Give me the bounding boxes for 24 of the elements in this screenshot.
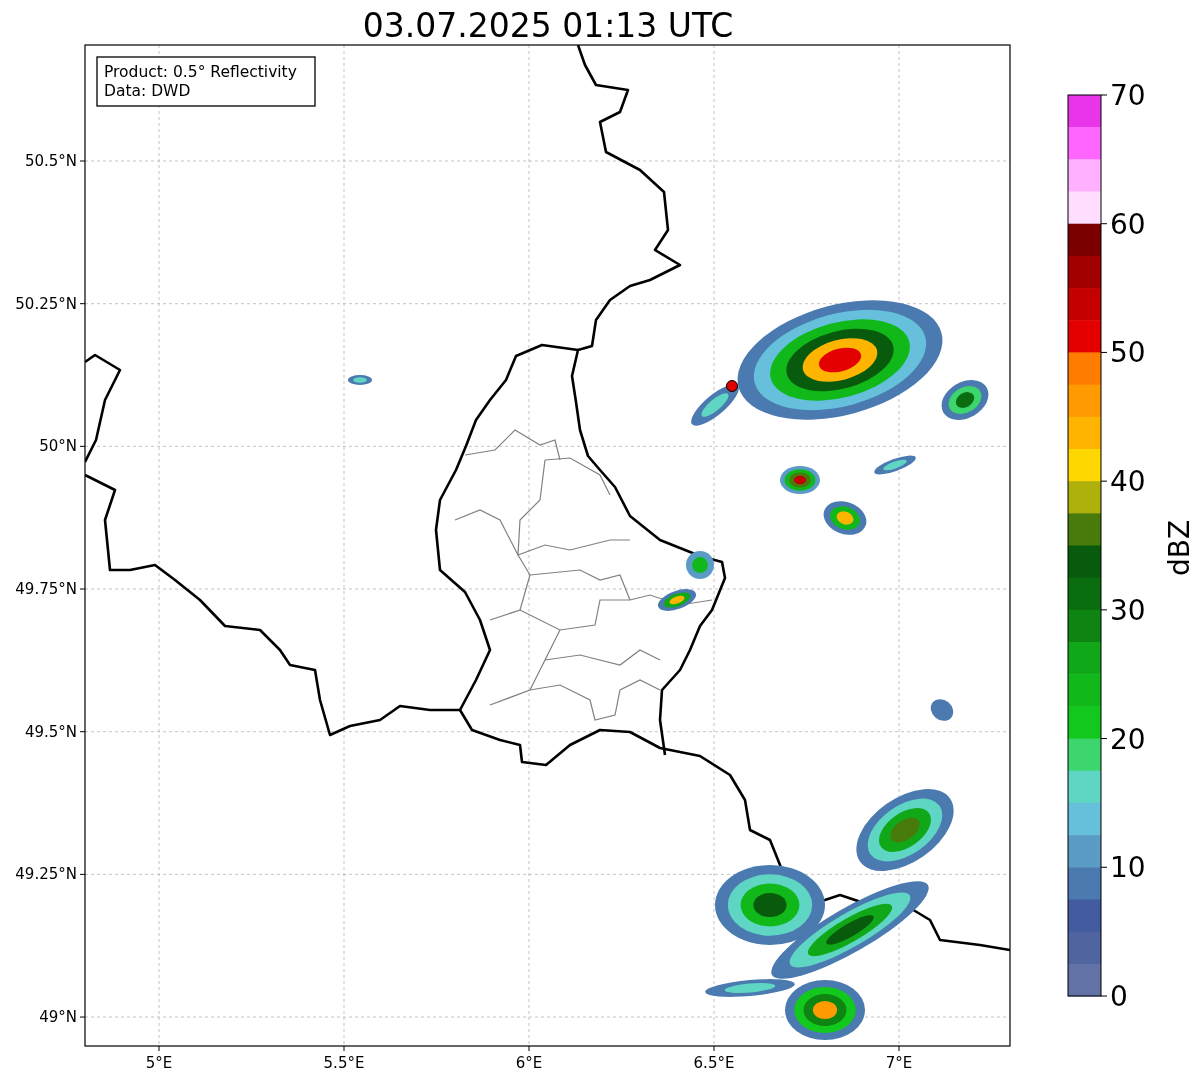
- axis-tick-label: 5.5°E: [323, 1054, 365, 1072]
- axis-tick-label: 7°E: [885, 1054, 913, 1072]
- colorbar-label: dBZ: [1163, 519, 1196, 577]
- info-text: Product: 0.5° Reflectivity: [104, 63, 297, 81]
- info-text: Data: DWD: [104, 82, 191, 100]
- colorbar-tick-label: 0: [1110, 980, 1128, 1013]
- colorbar-tick-label: 10: [1110, 851, 1146, 885]
- axis-tick-label: 50.5°N: [24, 152, 77, 170]
- axis-tick-label: 50°N: [39, 437, 77, 456]
- colorbar-tick-label: 60: [1110, 207, 1146, 241]
- axis-tick-label: 49.75°N: [15, 580, 77, 599]
- axis-tick-label: 6°E: [515, 1054, 543, 1072]
- colorbar-tick-label: 20: [1110, 722, 1146, 756]
- axis-tick-label: 49.25°N: [15, 865, 77, 884]
- colorbar-tick-label: 70: [1110, 79, 1146, 112]
- colorbar-tick-label: 30: [1110, 593, 1146, 627]
- axis-tick-label: 49°N: [39, 1008, 77, 1027]
- axis-tick-label: 49.5°N: [24, 722, 77, 741]
- axis-tick-label: 5°E: [145, 1054, 173, 1072]
- colorbar-tick-label: 50: [1110, 336, 1146, 370]
- chart-title: 03.07.2025 01:13 UTC: [362, 6, 734, 45]
- axis-tick-label: 6.5°E: [693, 1054, 735, 1072]
- axis-tick-label: 50.25°N: [15, 294, 77, 313]
- colorbar-tick-label: 40: [1110, 465, 1146, 499]
